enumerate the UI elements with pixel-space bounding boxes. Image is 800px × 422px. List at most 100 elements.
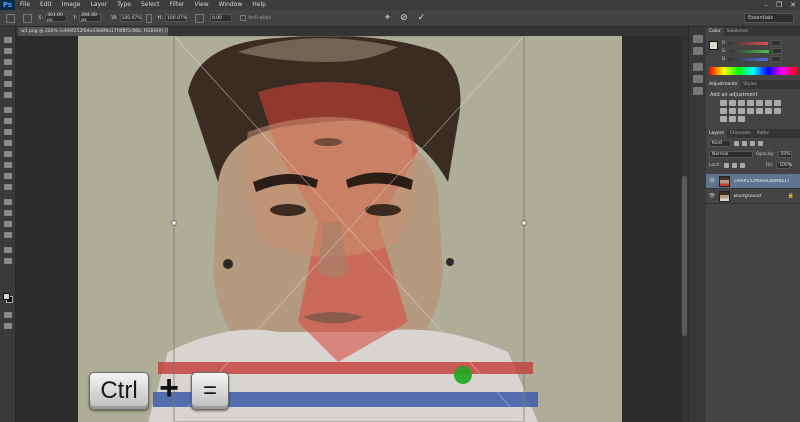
brush-tool-icon[interactable] — [4, 118, 12, 124]
fill-input[interactable]: 100% — [776, 162, 792, 169]
tab-swatches[interactable]: Swatches — [724, 27, 752, 36]
paragraph-panel-icon[interactable] — [693, 87, 703, 95]
red-slider[interactable] — [728, 41, 769, 45]
quick-mask-icon[interactable] — [4, 312, 12, 318]
pen-tool-icon[interactable] — [4, 199, 12, 205]
gradient-tool-icon[interactable] — [4, 162, 12, 168]
eraser-tool-icon[interactable] — [4, 151, 12, 157]
layer-name[interactable]: cd99f252f6de43b8f8a17f4f8f5c06b — [734, 179, 789, 184]
vibrance-icon[interactable] — [756, 100, 763, 106]
menu-filter[interactable]: Filter — [165, 0, 190, 10]
green-slider[interactable] — [728, 49, 769, 53]
exposure-icon[interactable] — [747, 100, 754, 106]
black-white-icon[interactable] — [729, 108, 736, 114]
hue-saturation-icon[interactable] — [774, 100, 781, 106]
scrollbar-thumb[interactable] — [682, 176, 687, 336]
menu-window[interactable]: Window — [214, 0, 248, 10]
eyedropper-tool-icon[interactable] — [4, 92, 12, 98]
healing-brush-tool-icon[interactable] — [4, 107, 12, 113]
color-balance-icon[interactable] — [720, 108, 727, 114]
restore-button[interactable]: ❐ — [776, 0, 782, 10]
antialias-checkbox[interactable] — [240, 15, 246, 21]
dodge-tool-icon[interactable] — [4, 184, 12, 190]
cancel-transform-icon[interactable]: ⊘ — [400, 13, 408, 23]
layer-visibility-eye-icon[interactable]: 👁 — [708, 178, 716, 184]
menu-view[interactable]: View — [189, 0, 213, 10]
blue-slider[interactable] — [728, 57, 769, 61]
lock-all-icon[interactable] — [739, 163, 745, 168]
clone-stamp-tool-icon[interactable] — [4, 129, 12, 135]
history-panel-icon[interactable] — [693, 35, 703, 43]
history-brush-tool-icon[interactable] — [4, 140, 12, 146]
menu-file[interactable]: File — [15, 0, 35, 10]
menu-select[interactable]: Select — [136, 0, 165, 10]
blur-tool-icon[interactable] — [4, 173, 12, 179]
tab-channels[interactable]: Channels — [727, 129, 754, 138]
document-tab[interactable]: w1.png @ 200% (cd99f252f6de43b8f8a17f4f8… — [18, 27, 168, 36]
gradient-triangle-icon[interactable] — [765, 100, 772, 106]
info-panel-icon[interactable] — [693, 63, 703, 71]
lock-position-icon[interactable] — [731, 163, 737, 168]
hand-tool-icon[interactable] — [4, 247, 12, 253]
screen-mode-icon[interactable] — [4, 323, 12, 329]
menu-layer[interactable]: Layer — [85, 0, 112, 10]
y-input[interactable]: 284.00 px — [79, 13, 102, 23]
close-button[interactable]: ✕ — [790, 0, 796, 10]
move-tool-icon[interactable] — [4, 37, 12, 43]
type-tool-icon[interactable] — [4, 210, 12, 216]
tab-paths[interactable]: Paths — [754, 129, 772, 138]
warp-mode-icon[interactable]: ⌖ — [385, 13, 390, 23]
kind-filter-dropdown[interactable]: Kind — [709, 140, 731, 147]
crop-tool-icon[interactable] — [4, 81, 12, 87]
color-lookup-icon[interactable] — [756, 108, 763, 114]
canvas-area[interactable]: Ctrl + = — [16, 36, 681, 422]
blend-mode-dropdown[interactable]: Normal — [709, 151, 753, 158]
menu-type[interactable]: Type — [112, 0, 136, 10]
color-spectrum-bar[interactable] — [709, 67, 797, 75]
h-input[interactable]: 100.07% — [165, 14, 187, 22]
workspace-dropdown[interactable]: Essentials — [744, 13, 794, 23]
levels-icon[interactable] — [729, 100, 736, 106]
zoom-tool-icon[interactable] — [4, 258, 12, 264]
brightness-icon[interactable] — [720, 100, 727, 106]
menu-edit[interactable]: Edit — [35, 0, 57, 10]
layer-visibility-eye-icon[interactable]: 👁 — [708, 193, 716, 199]
posterize-icon[interactable] — [774, 108, 781, 114]
foreground-color-swatch[interactable] — [3, 293, 10, 300]
photo-filter-icon[interactable] — [738, 108, 745, 114]
path-select-tool-icon[interactable] — [4, 221, 12, 227]
filter-type-icon[interactable] — [750, 141, 755, 146]
layer-row[interactable]: 👁 cd99f252f6de43b8f8a17f4f8f5c06b — [706, 174, 800, 189]
properties-panel-icon[interactable] — [693, 47, 703, 55]
threshold-icon[interactable] — [720, 116, 727, 122]
x-input[interactable]: 301.00 px — [45, 13, 68, 23]
character-panel-icon[interactable] — [693, 75, 703, 83]
filter-pixel-icon[interactable] — [734, 141, 739, 146]
lock-pixels-icon[interactable] — [723, 163, 729, 168]
gradient-map-icon[interactable] — [729, 116, 736, 122]
curves-icon[interactable] — [738, 100, 745, 106]
filter-shape-icon[interactable] — [758, 141, 763, 146]
w-input[interactable]: 100.07% — [119, 14, 142, 22]
lasso-tool-icon[interactable] — [4, 59, 12, 65]
invert-icon[interactable] — [765, 108, 772, 114]
red-value[interactable] — [771, 40, 782, 46]
link-icon[interactable] — [145, 13, 152, 23]
minimize-button[interactable]: – — [764, 0, 768, 10]
quick-select-tool-icon[interactable] — [4, 70, 12, 76]
green-value[interactable] — [771, 48, 782, 54]
opacity-input[interactable]: 50% — [777, 151, 792, 158]
menu-help[interactable]: Help — [247, 0, 271, 10]
tab-styles[interactable]: Styles — [740, 80, 760, 89]
fg-color-chip[interactable] — [709, 41, 718, 50]
shape-tool-icon[interactable] — [4, 232, 12, 238]
canvas-image[interactable] — [78, 36, 622, 422]
tab-adjustments[interactable]: Adjustments — [706, 80, 741, 89]
blue-value[interactable] — [771, 56, 782, 62]
angle-input[interactable]: 0.00 — [210, 14, 232, 22]
layer-name[interactable]: Background — [734, 194, 789, 199]
canvas-vertical-scrollbar[interactable] — [681, 36, 688, 422]
tab-layers[interactable]: Layers — [706, 129, 727, 138]
channel-mixer-icon[interactable] — [747, 108, 754, 114]
reference-point-icon[interactable] — [23, 13, 32, 23]
